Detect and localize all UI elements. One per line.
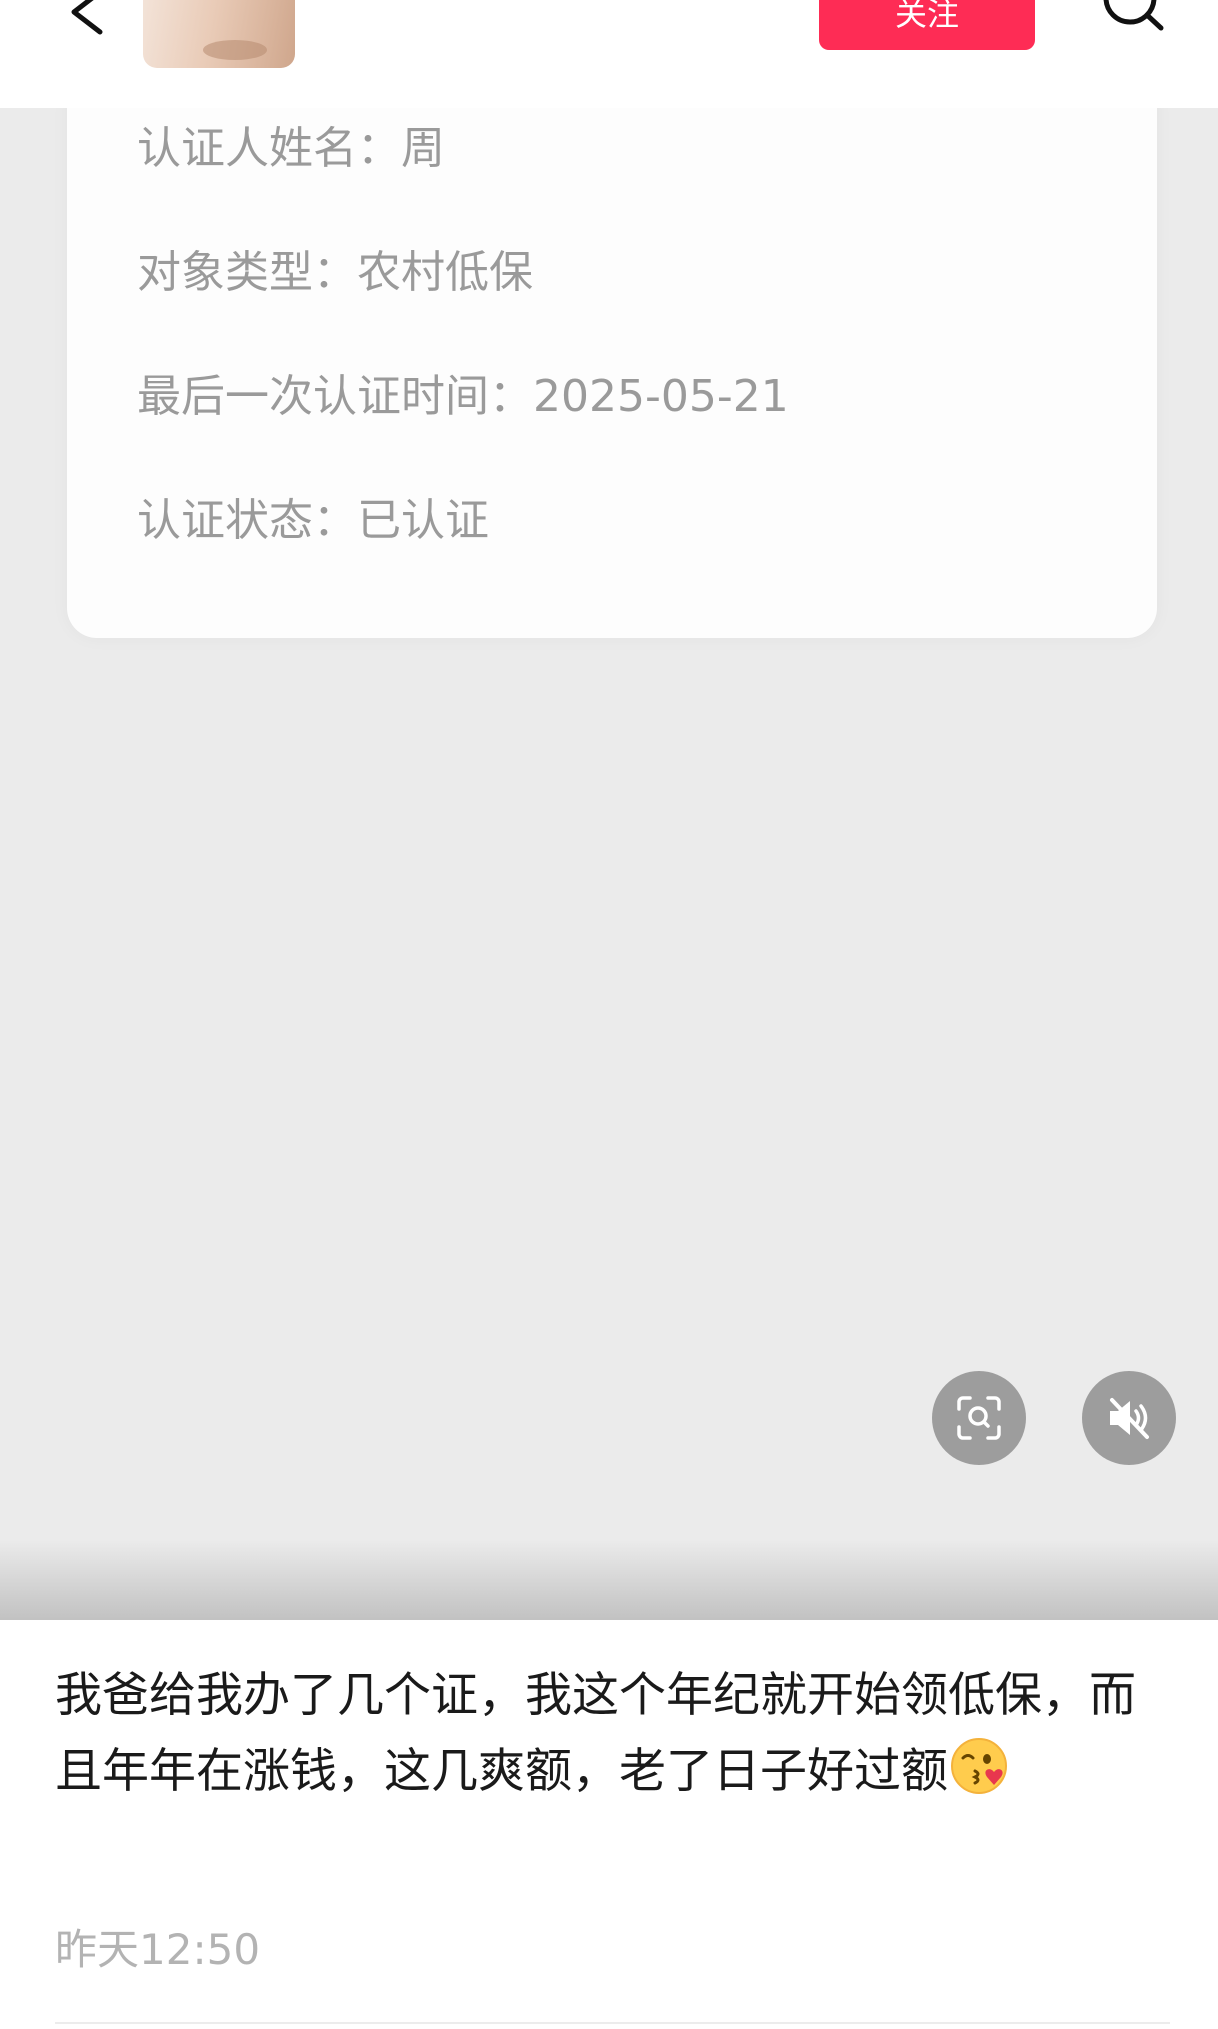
post-media[interactable]: 认证人姓名：周 对象类型：农村低保 最后一次认证时间：2025-05-21 认证… bbox=[0, 108, 1218, 1620]
back-button[interactable] bbox=[60, 0, 120, 40]
kiss-wink-emoji-icon bbox=[951, 1738, 1007, 1794]
image-search-button[interactable] bbox=[932, 1371, 1026, 1465]
last-certification-date: 最后一次认证时间：2025-05-21 bbox=[137, 371, 789, 422]
mute-button[interactable] bbox=[1082, 1371, 1176, 1465]
certification-status: 认证状态：已认证 bbox=[137, 495, 489, 546]
certified-person-name: 认证人姓名：周 bbox=[137, 123, 445, 174]
subject-type: 对象类型：农村低保 bbox=[137, 247, 533, 298]
avatar[interactable] bbox=[143, 0, 295, 68]
post-caption: 我爸给我办了几个证，我这个年纪就开始领低保，而且年年在涨钱，这几爽额，老了日子好… bbox=[55, 1658, 1165, 1810]
top-bar: 关注 bbox=[0, 0, 1218, 108]
search-icon bbox=[1103, 0, 1164, 31]
scan-search-icon bbox=[957, 1396, 1001, 1440]
speaker-muted-icon bbox=[1110, 1398, 1149, 1439]
certification-card: 认证人姓名：周 对象类型：农村低保 最后一次认证时间：2025-05-21 认证… bbox=[67, 108, 1157, 638]
search-button[interactable] bbox=[1090, 0, 1170, 40]
post-timestamp: 昨天12:50 bbox=[55, 1925, 261, 1974]
chevron-left-icon bbox=[71, 0, 103, 35]
follow-button[interactable]: 关注 bbox=[819, 0, 1035, 50]
follow-label: 关注 bbox=[894, 0, 959, 33]
media-bottom-fade bbox=[0, 1540, 1218, 1620]
divider bbox=[55, 2022, 1170, 2024]
